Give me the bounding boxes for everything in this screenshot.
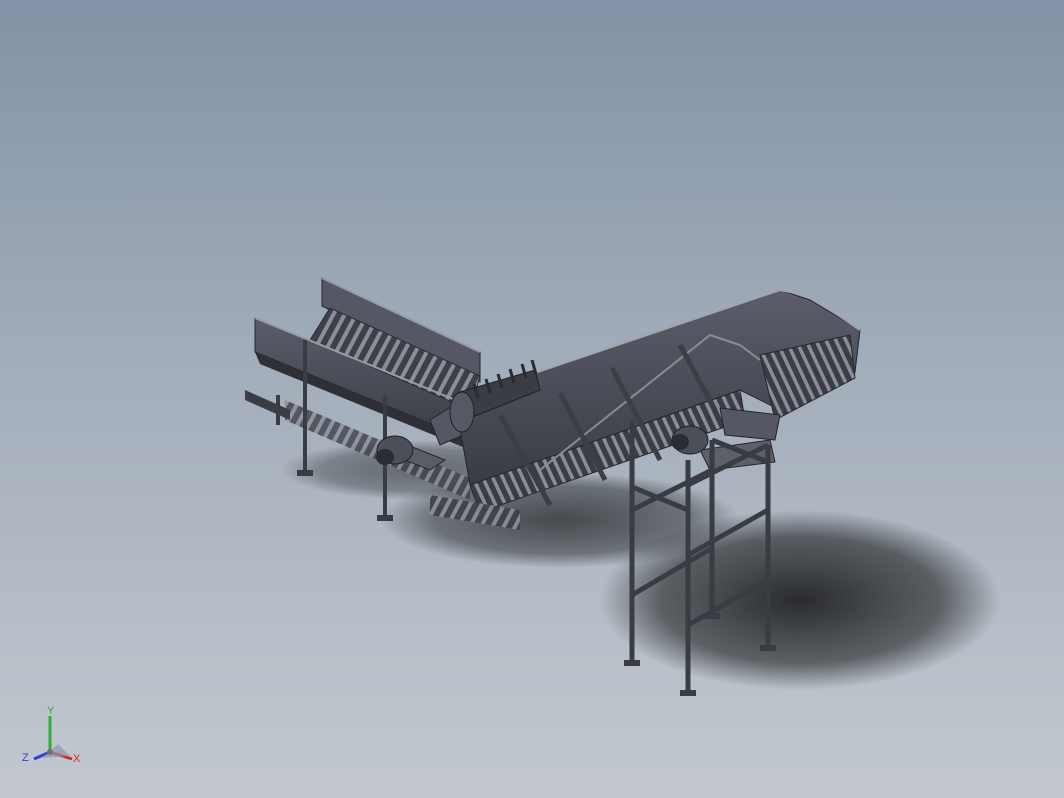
coordinate-triad: Y X Z: [22, 705, 81, 765]
cad-viewport[interactable]: Y X Z: [0, 0, 1064, 798]
triad-plane: [40, 744, 70, 758]
conveyor-model[interactable]: [0, 0, 1064, 798]
ground-shadow: [280, 440, 1000, 690]
z-axis-label: Z: [22, 752, 29, 764]
triad-origin: [47, 749, 53, 755]
y-axis-label: Y: [47, 705, 55, 717]
x-axis-label: X: [73, 753, 81, 765]
